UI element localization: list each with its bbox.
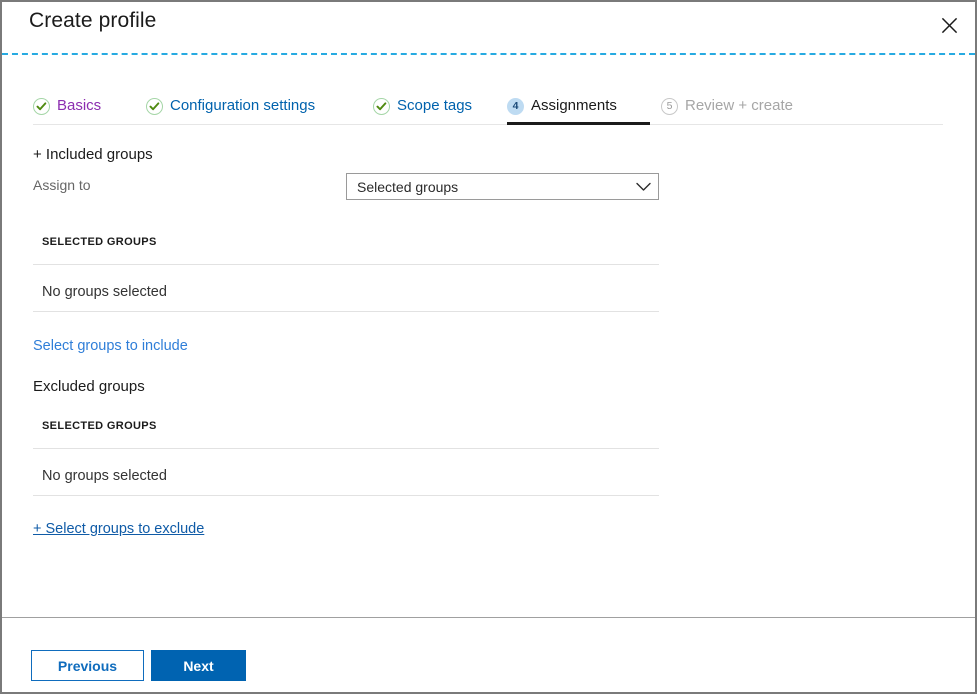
create-profile-dialog: Create profile Basics Configuration sett… (0, 0, 977, 694)
tab-baseline (33, 124, 943, 125)
check-icon (373, 97, 390, 115)
step-number-badge: 4 (507, 97, 524, 115)
next-button[interactable]: Next (151, 650, 246, 681)
page-title: Create profile (29, 9, 157, 32)
close-icon[interactable] (931, 8, 967, 42)
tab-review-create[interactable]: 5 Review + create (661, 88, 793, 124)
assign-to-selected-value: Selected groups (357, 178, 459, 195)
tab-scope-tags-label: Scope tags (397, 97, 473, 114)
included-empty-state: No groups selected (42, 284, 167, 300)
assign-to-label: Assign to (33, 177, 91, 193)
previous-button[interactable]: Previous (31, 650, 144, 681)
tab-active-indicator (507, 122, 650, 125)
tab-review-create-label: Review + create (685, 97, 793, 114)
tab-assignments-label: Assignments (531, 97, 617, 114)
dialog-footer: Previous Next (2, 618, 975, 692)
check-icon (33, 97, 50, 115)
assign-to-dropdown[interactable]: Selected groups (346, 173, 659, 200)
assignments-form: + Included groups Assign to Selected gro… (2, 132, 975, 617)
tab-configuration-settings[interactable]: Configuration settings (146, 88, 315, 124)
tab-basics[interactable]: Basics (33, 88, 101, 124)
tab-scope-tags[interactable]: Scope tags (373, 88, 472, 124)
select-groups-to-include-link[interactable]: Select groups to include (33, 338, 188, 354)
tab-basics-label: Basics (57, 97, 102, 114)
check-icon (146, 97, 163, 115)
wizard-tab-bar: Basics Configuration settings Scope tags… (33, 88, 943, 126)
included-groups-heading: + Included groups (33, 146, 153, 163)
excluded-selected-groups-column-header: SELECTED GROUPS (42, 420, 157, 432)
tab-configuration-settings-label: Configuration settings (170, 97, 316, 114)
included-selected-groups-column-header: SELECTED GROUPS (42, 236, 157, 248)
chevron-down-icon (628, 182, 658, 192)
divider (33, 311, 659, 312)
step-number-badge: 5 (661, 97, 678, 115)
divider (33, 264, 659, 265)
excluded-groups-heading: Excluded groups (33, 378, 145, 395)
divider (33, 448, 659, 449)
dialog-header: Create profile (2, 2, 975, 51)
divider (33, 495, 659, 496)
excluded-empty-state: No groups selected (42, 468, 167, 484)
tab-assignments[interactable]: 4 Assignments (507, 88, 617, 124)
accent-dashed-divider (2, 53, 975, 55)
select-groups-to-exclude-link[interactable]: + Select groups to exclude (33, 521, 204, 537)
